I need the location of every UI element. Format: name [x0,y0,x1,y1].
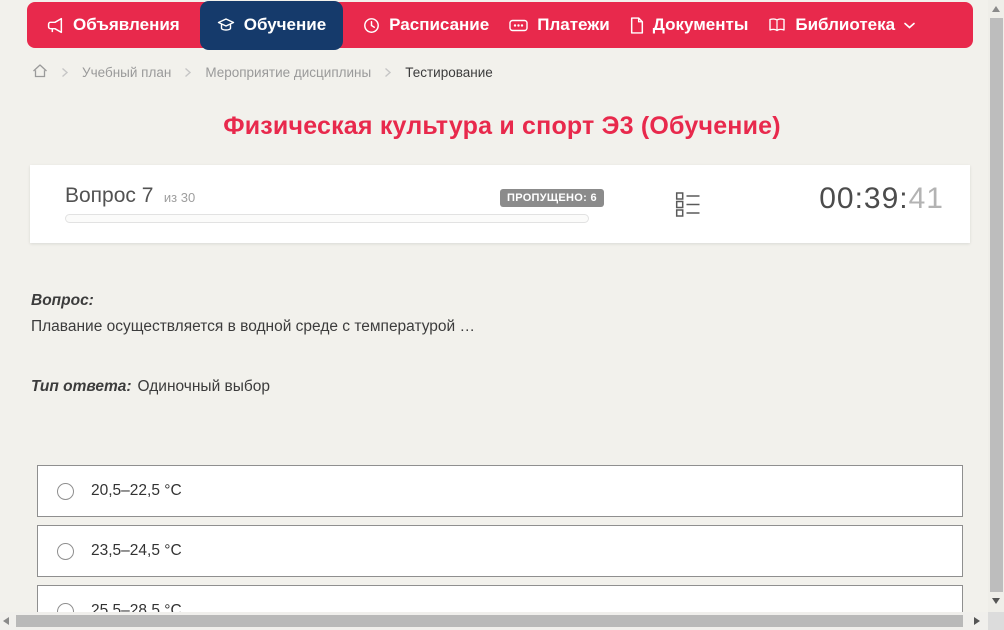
nav-item-library[interactable]: Библиотека [768,15,915,35]
clock-icon [363,17,380,34]
question-list-icon[interactable] [675,191,701,220]
nav-item-announcements[interactable]: Объявления [47,15,180,35]
document-icon [630,16,644,34]
breadcrumb-separator-icon [61,67,69,78]
nav-item-documents[interactable]: Документы [630,15,749,35]
scroll-up-arrow-icon[interactable] [992,6,1000,12]
scroll-down-arrow-icon[interactable] [992,598,1000,604]
book-icon [768,17,786,33]
scrollbar-corner [988,612,1004,630]
nav-item-learning[interactable]: Обучение [199,0,344,50]
megaphone-icon [47,17,64,34]
answer-option-1[interactable]: 20,5–22,5 °C [37,465,963,517]
timer: 00:39:41 [819,182,944,216]
page: Объявления Обучение Расписание Платежи Д… [0,0,1004,630]
radio-icon[interactable] [57,482,74,500]
question-number: Вопрос 7 [65,184,154,207]
timer-hours-minutes: 00:39: [819,182,909,215]
vertical-scrollbar-thumb[interactable] [990,18,1003,592]
chevron-down-icon [904,22,915,29]
breadcrumb-separator-icon [384,67,392,78]
breadcrumb-separator-icon [184,67,192,78]
question-progress-bar [65,214,589,223]
nav-item-label: Документы [652,15,749,34]
timer-seconds: 41 [908,182,944,215]
answer-option-2[interactable]: 23,5–24,5 °C [37,525,963,577]
answer-type-line: Тип ответа: Одиночный выбор [31,378,270,396]
horizontal-scrollbar[interactable] [0,612,988,630]
nav-item-label: Обучение [243,15,327,34]
radio-icon[interactable] [57,542,74,560]
main-nav: Объявления Обучение Расписание Платежи Д… [27,0,973,50]
vertical-scrollbar[interactable] [988,0,1004,612]
scroll-left-arrow-icon[interactable] [3,617,9,625]
nav-item-label: Платежи [537,15,610,34]
answer-type-value: Одиночный выбор [137,378,271,395]
wallet-icon [509,18,528,33]
breadcrumb-discipline-event[interactable]: Мероприятие дисциплины [205,65,371,80]
answer-type-label: Тип ответа: [31,378,132,395]
home-icon[interactable] [32,63,48,82]
page-title: Физическая культура и спорт Э3 (Обучение… [223,112,781,140]
question-header-card: Вопрос 7 из 30 ПРОПУЩЕНО: 6 00:39:41 [30,165,970,243]
question-total: из 30 [163,190,196,205]
horizontal-scrollbar-thumb[interactable] [16,615,963,627]
question-counter: Вопрос 7 из 30 [65,184,195,208]
question-text: Плавание осуществляется в водной среде с… [31,318,476,335]
graduation-cap-icon [217,17,235,33]
nav-item-label: Расписание [389,15,490,34]
scroll-right-arrow-icon[interactable] [974,617,980,625]
nav-item-payments[interactable]: Платежи [509,15,610,35]
skipped-badge: ПРОПУЩЕНО: 6 [500,189,604,207]
answer-option-label: 23,5–24,5 °C [91,542,182,559]
breadcrumb-testing: Тестирование [405,65,493,80]
nav-item-label: Объявления [73,15,180,34]
nav-item-label: Библиотека [795,15,896,34]
breadcrumb-study-plan[interactable]: Учебный план [82,65,171,80]
nav-item-schedule[interactable]: Расписание [363,15,489,35]
question-label: Вопрос: [31,292,94,309]
breadcrumb: Учебный план Мероприятие дисциплины Тест… [32,63,493,82]
answer-option-label: 20,5–22,5 °C [91,482,182,499]
